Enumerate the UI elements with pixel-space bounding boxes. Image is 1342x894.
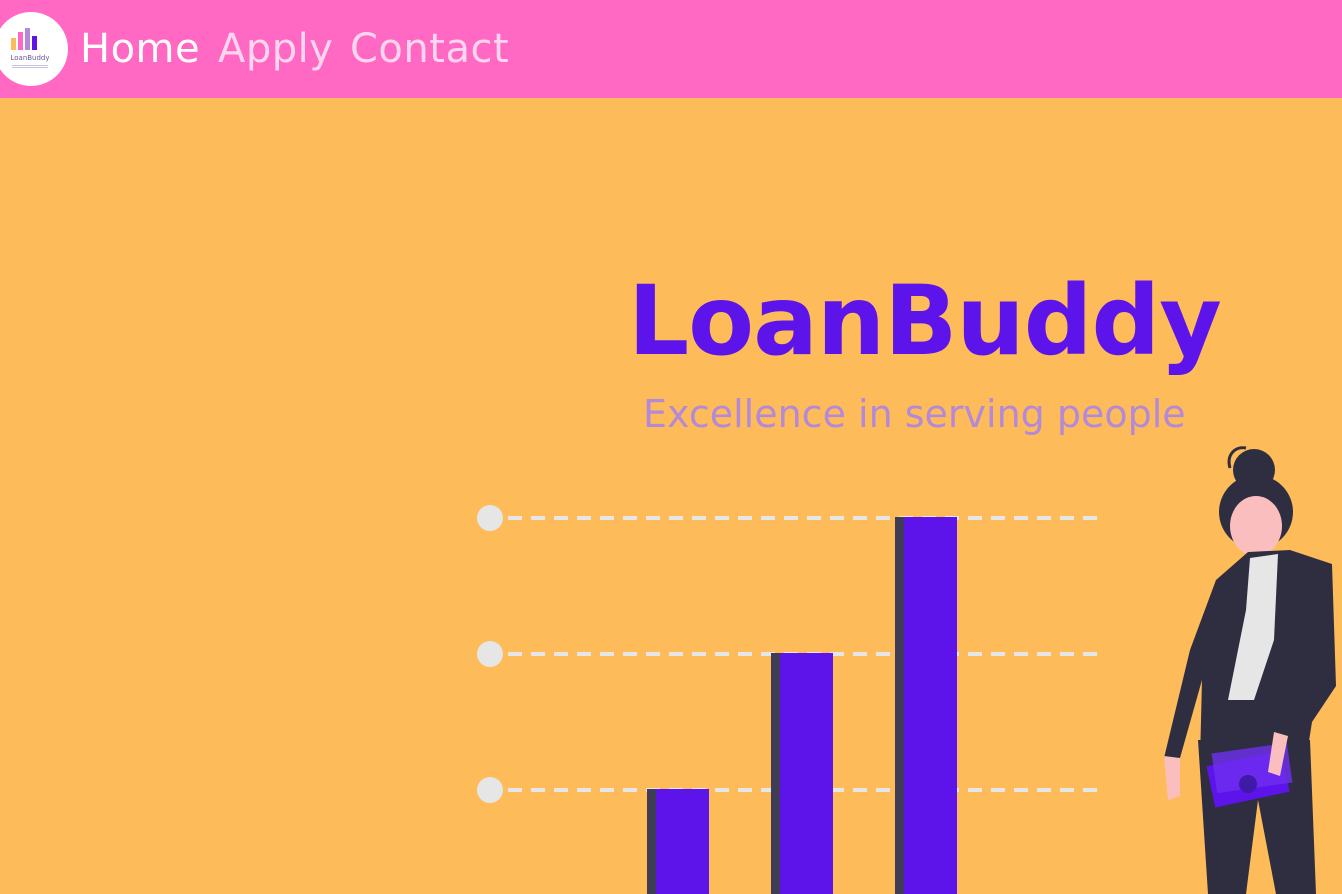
growth-chart-illustration	[477, 505, 1105, 894]
chart-bar-1	[647, 789, 709, 894]
chart-bar-3	[895, 517, 957, 894]
chart-bar-2	[771, 653, 833, 894]
businesswoman-illustration	[1164, 446, 1336, 894]
